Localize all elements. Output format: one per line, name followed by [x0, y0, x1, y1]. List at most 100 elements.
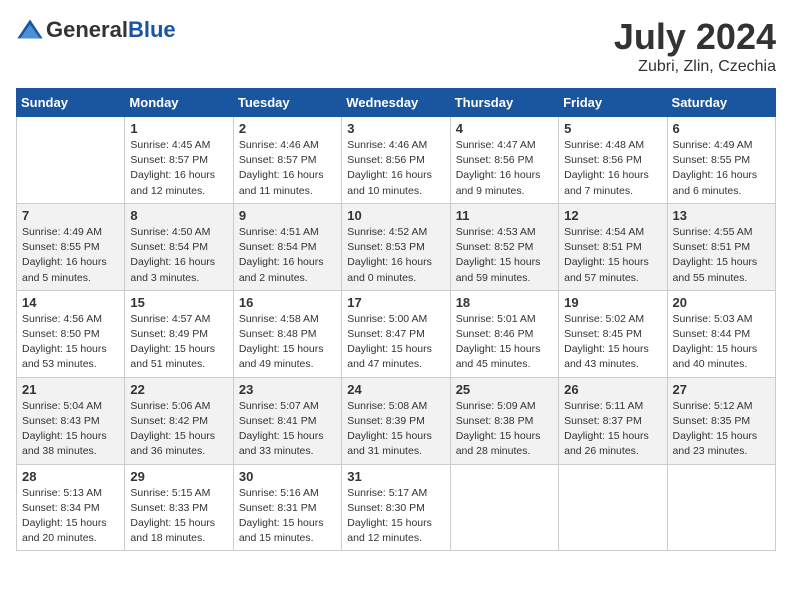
- day-number: 10: [347, 208, 444, 223]
- calendar-week-3: 14 Sunrise: 4:56 AM Sunset: 8:50 PM Dayli…: [17, 290, 776, 377]
- calendar-cell: 30 Sunrise: 5:16 AM Sunset: 8:31 PM Dayli…: [233, 464, 341, 551]
- day-info: Sunrise: 5:09 AM Sunset: 8:38 PM Dayligh…: [456, 399, 553, 460]
- day-header-friday: Friday: [559, 89, 667, 117]
- day-number: 14: [22, 295, 119, 310]
- day-header-wednesday: Wednesday: [342, 89, 450, 117]
- day-number: 2: [239, 121, 336, 136]
- calendar-table: SundayMondayTuesdayWednesdayThursdayFrid…: [16, 88, 776, 551]
- calendar-cell: 4 Sunrise: 4:47 AM Sunset: 8:56 PM Daylig…: [450, 117, 558, 204]
- day-info: Sunrise: 5:07 AM Sunset: 8:41 PM Dayligh…: [239, 399, 336, 460]
- calendar-cell: 8Sunrise: 4:50 AM Sunset: 8:54 PM Daylig…: [125, 203, 233, 290]
- calendar-cell: 3 Sunrise: 4:46 AM Sunset: 8:56 PM Daylig…: [342, 117, 450, 204]
- calendar-cell: 24 Sunrise: 5:08 AM Sunset: 8:39 PM Dayli…: [342, 377, 450, 464]
- day-number: 23: [239, 382, 336, 397]
- calendar-week-5: 28 Sunrise: 5:13 AM Sunset: 8:34 PM Dayli…: [17, 464, 776, 551]
- day-number: 30: [239, 469, 336, 484]
- day-number: 4: [456, 121, 553, 136]
- calendar-cell: 23 Sunrise: 5:07 AM Sunset: 8:41 PM Dayli…: [233, 377, 341, 464]
- day-number: 21: [22, 382, 119, 397]
- calendar-cell: 10Sunrise: 4:52 AM Sunset: 8:53 PM Dayli…: [342, 203, 450, 290]
- calendar-cell: 2 Sunrise: 4:46 AM Sunset: 8:57 PM Daylig…: [233, 117, 341, 204]
- day-header-saturday: Saturday: [667, 89, 775, 117]
- day-info: Sunrise: 5:17 AM Sunset: 8:30 PM Dayligh…: [347, 486, 444, 547]
- day-info: Sunrise: 4:56 AM Sunset: 8:50 PM Dayligh…: [22, 312, 119, 373]
- calendar-cell: 5 Sunrise: 4:48 AM Sunset: 8:56 PM Daylig…: [559, 117, 667, 204]
- calendar-cell: 18 Sunrise: 5:01 AM Sunset: 8:46 PM Dayli…: [450, 290, 558, 377]
- logo: GeneralBlue: [16, 16, 176, 44]
- calendar-cell: 22 Sunrise: 5:06 AM Sunset: 8:42 PM Dayli…: [125, 377, 233, 464]
- day-info: Sunrise: 5:03 AM Sunset: 8:44 PM Dayligh…: [673, 312, 770, 373]
- day-number: 22: [130, 382, 227, 397]
- month-title: July 2024: [614, 16, 776, 58]
- calendar-week-2: 7 Sunrise: 4:49 AM Sunset: 8:55 PM Daylig…: [17, 203, 776, 290]
- day-info: Sunrise: 4:48 AM Sunset: 8:56 PM Dayligh…: [564, 138, 661, 199]
- calendar-cell: 31 Sunrise: 5:17 AM Sunset: 8:30 PM Dayli…: [342, 464, 450, 551]
- day-info: Sunrise: 5:00 AM Sunset: 8:47 PM Dayligh…: [347, 312, 444, 373]
- calendar-cell: [450, 464, 558, 551]
- day-number: 25: [456, 382, 553, 397]
- day-info: Sunrise: 4:49 AM Sunset: 8:55 PM Dayligh…: [673, 138, 770, 199]
- location: Zubri, Zlin, Czechia: [614, 58, 776, 76]
- day-info: Sunrise: 5:11 AM Sunset: 8:37 PM Dayligh…: [564, 399, 661, 460]
- day-info: Sunrise: 4:51 AM Sunset: 8:54 PM Dayligh…: [239, 225, 336, 286]
- day-number: 16: [239, 295, 336, 310]
- day-info: Sunrise: 4:47 AM Sunset: 8:56 PM Dayligh…: [456, 138, 553, 199]
- day-number: 28: [22, 469, 119, 484]
- calendar-cell: 28 Sunrise: 5:13 AM Sunset: 8:34 PM Dayli…: [17, 464, 125, 551]
- day-number: 18: [456, 295, 553, 310]
- day-info: Sunrise: 4:57 AM Sunset: 8:49 PM Dayligh…: [130, 312, 227, 373]
- calendar-cell: 20 Sunrise: 5:03 AM Sunset: 8:44 PM Dayli…: [667, 290, 775, 377]
- calendar-cell: 7 Sunrise: 4:49 AM Sunset: 8:55 PM Daylig…: [17, 203, 125, 290]
- calendar-cell: [559, 464, 667, 551]
- calendar-cell: 19 Sunrise: 5:02 AM Sunset: 8:45 PM Dayli…: [559, 290, 667, 377]
- day-info: Sunrise: 5:13 AM Sunset: 8:34 PM Dayligh…: [22, 486, 119, 547]
- day-number: 12: [564, 208, 661, 223]
- day-info: Sunrise: 5:02 AM Sunset: 8:45 PM Dayligh…: [564, 312, 661, 373]
- day-number: 9: [239, 208, 336, 223]
- calendar-cell: 16 Sunrise: 4:58 AM Sunset: 8:48 PM Dayli…: [233, 290, 341, 377]
- day-info: Sunrise: 5:06 AM Sunset: 8:42 PM Dayligh…: [130, 399, 227, 460]
- day-number: 6: [673, 121, 770, 136]
- day-header-sunday: Sunday: [17, 89, 125, 117]
- calendar-cell: 25 Sunrise: 5:09 AM Sunset: 8:38 PM Dayli…: [450, 377, 558, 464]
- day-info: Sunrise: 4:53 AM Sunset: 8:52 PM Dayligh…: [456, 225, 553, 286]
- day-header-thursday: Thursday: [450, 89, 558, 117]
- day-info: Sunrise: 5:08 AM Sunset: 8:39 PM Dayligh…: [347, 399, 444, 460]
- day-number: 20: [673, 295, 770, 310]
- day-number: 5: [564, 121, 661, 136]
- day-number: 7: [22, 208, 119, 223]
- calendar-cell: 12Sunrise: 4:54 AM Sunset: 8:51 PM Dayli…: [559, 203, 667, 290]
- day-info: Sunrise: 5:01 AM Sunset: 8:46 PM Dayligh…: [456, 312, 553, 373]
- logo-icon: [16, 16, 44, 44]
- day-number: 29: [130, 469, 227, 484]
- calendar-cell: 13 Sunrise: 4:55 AM Sunset: 8:51 PM Dayli…: [667, 203, 775, 290]
- day-header-tuesday: Tuesday: [233, 89, 341, 117]
- day-info: Sunrise: 4:45 AM Sunset: 8:57 PM Dayligh…: [130, 138, 227, 199]
- day-number: 13: [673, 208, 770, 223]
- calendar-cell: [667, 464, 775, 551]
- calendar-cell: 9 Sunrise: 4:51 AM Sunset: 8:54 PM Daylig…: [233, 203, 341, 290]
- day-number: 3: [347, 121, 444, 136]
- calendar-cell: 21Sunrise: 5:04 AM Sunset: 8:43 PM Dayli…: [17, 377, 125, 464]
- calendar-header-row: SundayMondayTuesdayWednesdayThursdayFrid…: [17, 89, 776, 117]
- day-info: Sunrise: 4:49 AM Sunset: 8:55 PM Dayligh…: [22, 225, 119, 286]
- calendar-week-1: 1 Sunrise: 4:45 AM Sunset: 8:57 PM Daylig…: [17, 117, 776, 204]
- calendar-cell: 29 Sunrise: 5:15 AM Sunset: 8:33 PM Dayli…: [125, 464, 233, 551]
- day-number: 1: [130, 121, 227, 136]
- day-header-monday: Monday: [125, 89, 233, 117]
- calendar-cell: 6 Sunrise: 4:49 AM Sunset: 8:55 PM Daylig…: [667, 117, 775, 204]
- calendar-cell: [17, 117, 125, 204]
- day-number: 31: [347, 469, 444, 484]
- day-number: 15: [130, 295, 227, 310]
- day-number: 19: [564, 295, 661, 310]
- day-info: Sunrise: 5:15 AM Sunset: 8:33 PM Dayligh…: [130, 486, 227, 547]
- day-number: 24: [347, 382, 444, 397]
- logo-text: GeneralBlue: [46, 17, 176, 43]
- day-info: Sunrise: 4:58 AM Sunset: 8:48 PM Dayligh…: [239, 312, 336, 373]
- calendar-cell: 14 Sunrise: 4:56 AM Sunset: 8:50 PM Dayli…: [17, 290, 125, 377]
- day-info: Sunrise: 4:55 AM Sunset: 8:51 PM Dayligh…: [673, 225, 770, 286]
- day-info: Sunrise: 4:46 AM Sunset: 8:57 PM Dayligh…: [239, 138, 336, 199]
- day-info: Sunrise: 5:16 AM Sunset: 8:31 PM Dayligh…: [239, 486, 336, 547]
- day-info: Sunrise: 4:46 AM Sunset: 8:56 PM Dayligh…: [347, 138, 444, 199]
- title-block: July 2024 Zubri, Zlin, Czechia: [614, 16, 776, 76]
